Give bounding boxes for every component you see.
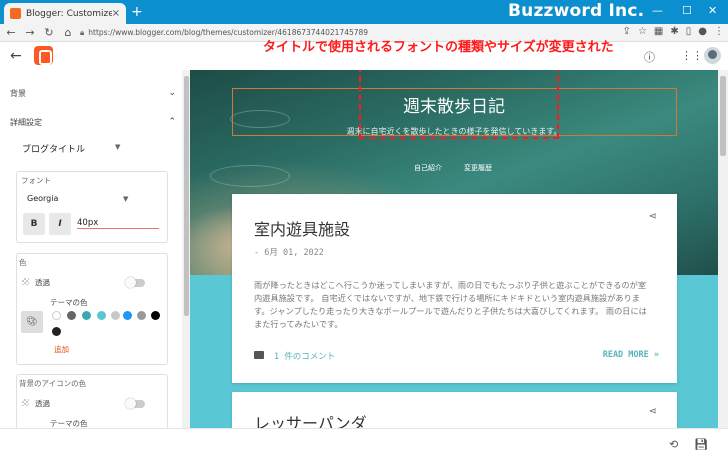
post-title[interactable]: レッサーパンダ [254, 410, 367, 428]
icon-color-card: 背景のアイコンの色 透過 テーマの色 [16, 374, 168, 428]
share-page-icon[interactable]: ⇪ [623, 26, 631, 37]
save-icon[interactable]: 💾︎ [694, 438, 708, 451]
restore-icon[interactable]: ⟲ [669, 438, 678, 451]
post-date: - 6月 01, 2022 [254, 248, 324, 258]
close-window-button[interactable]: ✕ [708, 4, 717, 17]
section-advanced-label: 詳細設定 [10, 118, 42, 127]
palette-icon[interactable]: 🎨︎ [21, 311, 43, 333]
bold-button[interactable]: B [23, 213, 45, 235]
italic-button[interactable]: I [49, 213, 71, 235]
transparent-toggle[interactable] [125, 277, 145, 288]
blogger-logo-icon[interactable] [34, 46, 53, 65]
font-caret-icon[interactable]: ▼ [123, 195, 128, 203]
read-more-link[interactable]: READ MORE » [603, 350, 659, 360]
swatch-white[interactable] [52, 311, 61, 320]
icon-transparent-toggle[interactable] [125, 398, 145, 409]
home-icon[interactable]: ⌂ [60, 26, 76, 39]
lock-icon: 🔒︎ [80, 27, 85, 37]
apps-grid-icon[interactable]: ⋮⋮ [681, 49, 703, 62]
chevron-down-icon: ⌄ [168, 88, 176, 98]
post-body: 雨が降ったときはどこへ行こうか迷ってしまいますが、雨の日でもたっぷり子供と遊ぶこ… [254, 280, 647, 329]
section-background[interactable]: 背景 ⌄ [10, 88, 176, 99]
section-advanced[interactable]: 詳細設定 ⌃ [10, 117, 176, 128]
extension-icon[interactable]: ▦ [654, 26, 663, 37]
transparent-icon [22, 278, 29, 285]
browser-tab[interactable]: Blogger: Customizer × [4, 3, 126, 24]
sidebar-icon[interactable]: ▯ [686, 26, 692, 37]
new-tab-button[interactable]: + [131, 4, 143, 20]
font-label: フォント [21, 176, 51, 185]
transparent-label: 透過 [35, 278, 50, 287]
browser-tab-bar: Blogger: Customizer × + Buzzword Inc. — … [0, 0, 728, 24]
icon-transparent-icon [22, 399, 29, 406]
comment-icon [254, 351, 264, 359]
post-title[interactable]: 室内遊具施設 [254, 216, 350, 240]
annotation-text: タイトルで使用されるフォントの種類やサイズが変更された [263, 40, 614, 55]
preview-scrollbar-thumb[interactable] [720, 76, 726, 156]
color-label: 色 [19, 258, 27, 267]
settings-panel: 背景 ⌄ 詳細設定 ⌃ ブログタイトル ▼ フォント Georgia ▼ B I… [0, 70, 190, 428]
swatch-gray-dark[interactable] [67, 311, 76, 320]
blogger-favicon-icon [10, 8, 21, 19]
color-card: 色 透過 テーマの色 🎨︎ 追加 [16, 253, 168, 365]
panel-scrollbar-thumb[interactable] [184, 76, 189, 316]
theme-colors-label: テーマの色 [50, 298, 88, 307]
puzzle-icon[interactable]: ✱ [670, 26, 678, 37]
chevron-up-icon: ⌃ [168, 117, 176, 127]
font-size-input[interactable] [77, 218, 159, 229]
wave-decoration [210, 165, 290, 187]
font-card: フォント Georgia ▼ B I [16, 171, 168, 243]
icon-theme-colors-label: テーマの色 [50, 419, 88, 428]
reload-icon[interactable]: ↻ [41, 26, 57, 39]
swatch-gray-light[interactable] [111, 311, 120, 320]
dropdown-caret-icon[interactable]: ▼ [115, 143, 120, 151]
tab-title: Blogger: Customizer [26, 8, 112, 19]
tab-close-icon[interactable]: × [112, 8, 120, 19]
forward-icon[interactable]: → [22, 26, 38, 39]
element-dropdown[interactable]: ブログタイトル [22, 142, 85, 155]
icon-transparent-label: 透過 [35, 399, 50, 408]
blog-preview: 週末散歩日記 週末に自宅近くを散歩したときの様子を発信していきます。 自己紹介 … [190, 70, 718, 428]
help-icon[interactable]: ⓘ [644, 49, 655, 65]
profile-icon[interactable]: ● [698, 26, 707, 37]
post-card: 室内遊具施設 ⋖ - 6月 01, 2022 雨が降ったときはどこへ行こうか迷っ… [232, 194, 677, 383]
font-family-select[interactable]: Georgia [27, 194, 58, 203]
menu-dots-icon[interactable]: ⋮ [714, 26, 724, 37]
minimize-button[interactable]: — [652, 4, 663, 17]
swatch-charcoal[interactable] [52, 327, 61, 336]
icon-color-label: 背景のアイコンの色 [19, 379, 87, 388]
swatch-cyan[interactable] [97, 311, 106, 320]
post-card: レッサーパンダ ⋖ [232, 392, 677, 428]
annotation-highlight-box [359, 70, 559, 139]
swatch-black[interactable] [151, 311, 160, 320]
avatar[interactable] [704, 47, 721, 64]
menu-link-about[interactable]: 自己紹介 [414, 163, 442, 173]
section-background-label: 背景 [10, 89, 26, 98]
share-icon[interactable]: ⋖ [649, 406, 657, 417]
back-icon[interactable]: ← [3, 26, 19, 39]
maximize-button[interactable]: ☐ [682, 4, 692, 17]
back-arrow-icon[interactable]: ← [10, 48, 22, 64]
add-color-link[interactable]: 追加 [54, 344, 69, 355]
menu-link-history[interactable]: 変更履歴 [464, 163, 492, 173]
swatch-teal[interactable] [82, 311, 91, 320]
bottom-action-bar: ⟲ 💾︎ [0, 428, 728, 460]
bookmark-star-icon[interactable]: ☆ [638, 26, 647, 37]
brand-watermark: Buzzword Inc. [508, 1, 645, 21]
comments-link[interactable]: 1 件のコメント [274, 350, 335, 362]
swatch-gray[interactable] [137, 311, 146, 320]
share-icon[interactable]: ⋖ [649, 211, 657, 222]
swatch-blue[interactable] [123, 311, 132, 320]
